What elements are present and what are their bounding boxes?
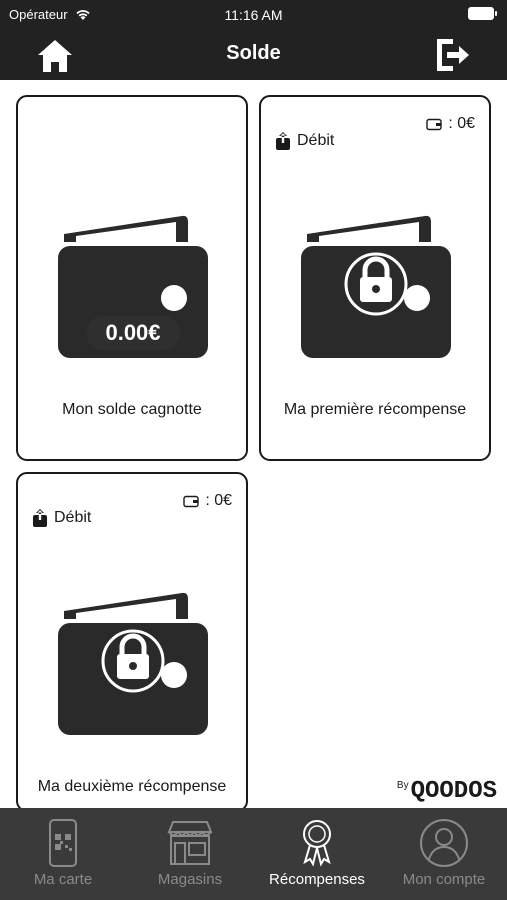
wallet-balance-badge: : 0€ [426,115,475,133]
page-title: Solde [226,42,281,64]
debit-label: Débit [297,132,335,149]
small-wallet-icon [426,118,443,130]
tab-bar: Ma carte Magasins Récompenses Mon compte [0,808,507,900]
debit-indicator: Débit [275,131,334,151]
tab-magasins[interactable]: Magasins [127,808,253,900]
card-label: Ma première récompense [283,401,467,418]
account-icon [420,819,468,867]
debit-label: Débit [54,509,92,526]
small-wallet-icon [183,495,200,507]
tab-mon-compte[interactable]: Mon compte [381,808,507,900]
locked-wallet-icon [301,215,451,358]
brand-name: QOODOS [410,778,497,805]
battery-icon [468,7,497,20]
medal-icon [303,820,331,867]
tab-label: Mon compte [402,871,486,888]
nav-bar: Solde [0,30,507,80]
qr-card-icon [49,819,77,867]
tab-label: Ma carte [33,871,93,888]
wallet-balance-badge: : 0€ [183,492,232,510]
debit-indicator: Débit [32,508,91,528]
brand-by: By [396,780,409,791]
reward-card-1[interactable]: : 0€ Débit Ma première récompense [259,95,491,461]
balance-amount: 0.00€ [86,316,180,350]
brand-logo: By QOODOS [397,778,497,805]
share-icon [276,132,290,150]
card-label: Ma deuxième récompense [37,778,227,795]
card-label: Mon solde cagnotte [62,401,202,418]
locked-wallet-icon [58,592,208,735]
shop-icon [167,821,213,865]
status-bar: Opérateur 11:16 AM [0,0,507,30]
tab-ma-carte[interactable]: Ma carte [0,808,126,900]
balance-card[interactable]: 0.00€ Mon solde cagnotte [16,95,248,461]
reward-card-2[interactable]: : 0€ Débit Ma deuxième récompense [16,472,248,812]
tab-label: Magasins [157,871,223,888]
share-icon [33,509,47,527]
logout-icon[interactable] [433,36,471,74]
wallet-balance: : 0€ [448,115,475,132]
wallet-balance: : 0€ [205,492,232,509]
tab-recompenses[interactable]: Récompenses [254,808,380,900]
tab-label: Récompenses [269,871,365,888]
clock: 11:16 AM [224,7,283,23]
